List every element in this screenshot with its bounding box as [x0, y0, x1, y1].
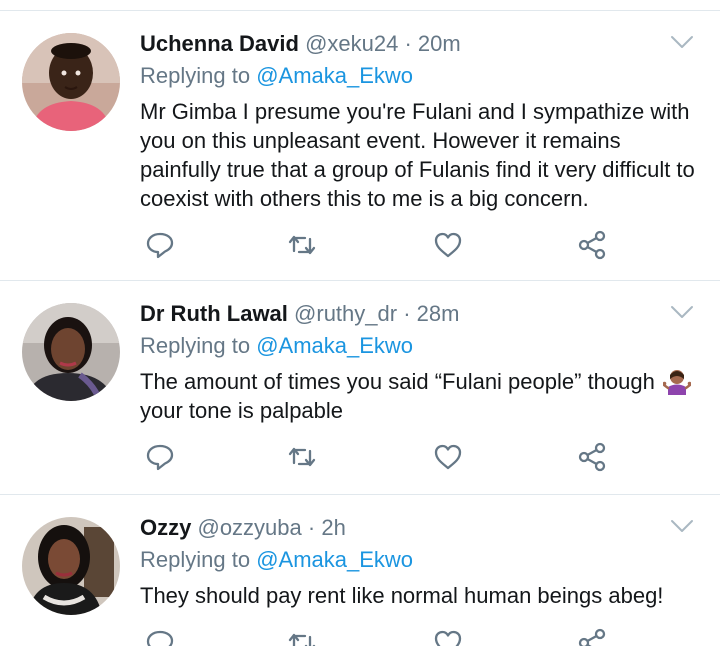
user-handle[interactable]: @ozzyuba	[197, 515, 301, 540]
tweet-text: Mr Gimba I presume you're Fulani and I s…	[140, 99, 695, 211]
share-button[interactable]	[572, 623, 612, 646]
tweet-text-part: The amount of times you said “Fulani peo…	[140, 369, 661, 394]
retweet-button[interactable]	[282, 623, 322, 646]
reply-icon	[146, 444, 174, 471]
like-icon	[434, 232, 462, 258]
avatar[interactable]	[22, 517, 120, 615]
tweet-text: They should pay rent like normal human b…	[140, 583, 664, 608]
like-button[interactable]	[428, 437, 468, 477]
replying-to-line: Replying to @Amaka_Ekwo	[140, 545, 698, 575]
display-name[interactable]: Ozzy	[140, 515, 191, 540]
tweet[interactable]: Dr Ruth Lawal @ruthy_dr · 28m Replying t…	[0, 281, 720, 495]
tweet-actions	[140, 623, 620, 646]
reply-feed: Uchenna David @xeku24 · 20m Replying to …	[0, 0, 720, 646]
share-icon	[578, 230, 606, 260]
avatar[interactable]	[22, 33, 120, 131]
tweet-text-part: your tone is palpable	[140, 398, 344, 423]
tweet[interactable]: Uchenna David @xeku24 · 20m Replying to …	[0, 11, 720, 281]
feed-top-divider	[0, 0, 720, 11]
replying-to-mention[interactable]: @Amaka_Ekwo	[256, 63, 413, 88]
replying-to-mention[interactable]: @Amaka_Ekwo	[256, 333, 413, 358]
reply-icon	[146, 630, 174, 646]
user-handle[interactable]: @xeku24	[305, 31, 398, 56]
retweet-icon	[288, 633, 316, 646]
replying-to-label: Replying to	[140, 547, 257, 572]
share-button[interactable]	[572, 225, 612, 265]
retweet-icon	[288, 447, 316, 467]
replying-to-line: Replying to @Amaka_Ekwo	[140, 331, 698, 361]
chevron-down-icon[interactable]	[670, 303, 694, 321]
share-button[interactable]	[572, 437, 612, 477]
share-icon	[578, 628, 606, 646]
timestamp[interactable]: · 28m	[403, 301, 459, 326]
tweet-text: The amount of times you said “Fulani peo…	[140, 367, 698, 425]
retweet-icon	[288, 235, 316, 255]
user-handle[interactable]: @ruthy_dr	[294, 301, 397, 326]
tweet-actions	[140, 225, 620, 265]
replying-to-label: Replying to	[140, 333, 257, 358]
retweet-button[interactable]	[282, 437, 322, 477]
reply-button[interactable]	[140, 437, 180, 477]
display-name[interactable]: Uchenna David	[140, 31, 299, 56]
tweet[interactable]: Ozzy @ozzyuba · 2h Replying to @Amaka_Ek…	[0, 495, 720, 646]
retweet-button[interactable]	[282, 225, 322, 265]
replying-to-line: Replying to @Amaka_Ekwo	[140, 61, 698, 91]
reply-icon	[146, 232, 174, 259]
chevron-down-icon[interactable]	[670, 517, 694, 535]
tweet-header: Ozzy @ozzyuba · 2h	[140, 513, 698, 543]
tweet-header: Uchenna David @xeku24 · 20m	[140, 29, 698, 59]
replying-to-label: Replying to	[140, 63, 257, 88]
chevron-down-icon[interactable]	[670, 33, 694, 51]
like-icon	[434, 444, 462, 470]
avatar[interactable]	[22, 303, 120, 401]
reply-button[interactable]	[140, 623, 180, 646]
share-icon	[578, 442, 606, 472]
timestamp[interactable]: · 20m	[404, 31, 460, 56]
woman-shrugging-emoji	[662, 370, 691, 395]
like-icon	[434, 630, 462, 646]
replying-to-mention[interactable]: @Amaka_Ekwo	[256, 547, 413, 572]
timestamp[interactable]: · 2h	[308, 515, 346, 540]
like-button[interactable]	[428, 623, 468, 646]
like-button[interactable]	[428, 225, 468, 265]
tweet-header: Dr Ruth Lawal @ruthy_dr · 28m	[140, 299, 698, 329]
display-name[interactable]: Dr Ruth Lawal	[140, 301, 288, 326]
tweet-actions	[140, 437, 620, 477]
reply-button[interactable]	[140, 225, 180, 265]
